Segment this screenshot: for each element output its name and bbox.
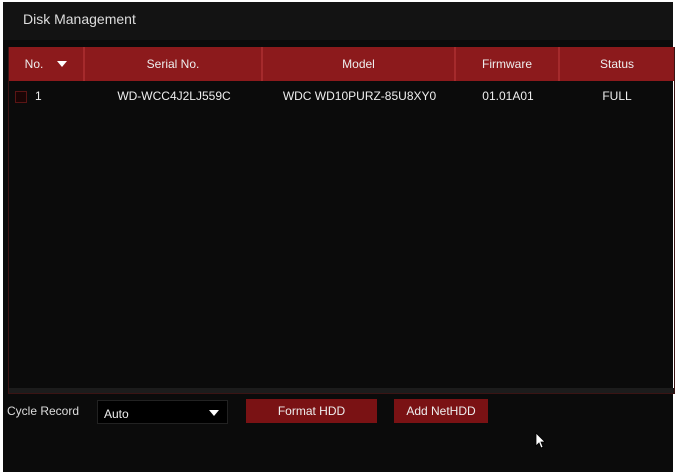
format-hdd-button[interactable]: Format HDD — [246, 399, 377, 423]
column-label: Serial No. — [146, 57, 200, 71]
column-label: No. — [24, 57, 44, 71]
column-label: Firmware — [482, 57, 532, 71]
select-value: Auto — [104, 407, 129, 421]
column-serial: Serial No. — [85, 47, 263, 81]
column-firmware: Firmware — [456, 47, 560, 81]
title-bar: Disk Management — [3, 2, 673, 40]
column-status: Status — [560, 47, 674, 81]
cell-serial: WD-WCC4J2LJ559C — [117, 89, 231, 103]
row-checkbox[interactable] — [15, 90, 27, 103]
cell-model: WDC WD10PURZ-85U8XY0 — [282, 89, 437, 103]
table-header: No. Serial No. Model Firmware Status — [9, 47, 674, 81]
sort-down-icon[interactable] — [57, 61, 68, 67]
cycle-record-label: Cycle Record — [7, 404, 80, 418]
cell-status: FULL — [602, 89, 632, 103]
chevron-down-icon — [209, 410, 219, 416]
page-title: Disk Management — [23, 11, 136, 27]
horizontal-scrollbar[interactable] — [9, 388, 674, 393]
disk-table: No. Serial No. Model Firmware Status 1 W… — [8, 47, 675, 394]
column-label: Status — [599, 57, 635, 71]
cell-firmware: 01.01A01 — [482, 89, 534, 103]
add-nethdd-button[interactable]: Add NetHDD — [394, 399, 488, 423]
column-label: Model — [342, 57, 375, 71]
table-row[interactable]: 1 WD-WCC4J2LJ559C WDC WD10PURZ-85U8XY0 0… — [9, 81, 674, 111]
disk-management-panel: Disk Management No. Serial No. Model Fir… — [3, 2, 675, 472]
column-model: Model — [263, 47, 456, 81]
mouse-cursor-icon — [535, 432, 546, 449]
cell-no: 1 — [35, 89, 42, 103]
bottom-controls: Cycle Record Auto Format HDD Add NetHDD — [3, 398, 673, 424]
column-no[interactable]: No. — [9, 47, 85, 81]
cycle-record-select[interactable]: Auto — [97, 400, 228, 424]
